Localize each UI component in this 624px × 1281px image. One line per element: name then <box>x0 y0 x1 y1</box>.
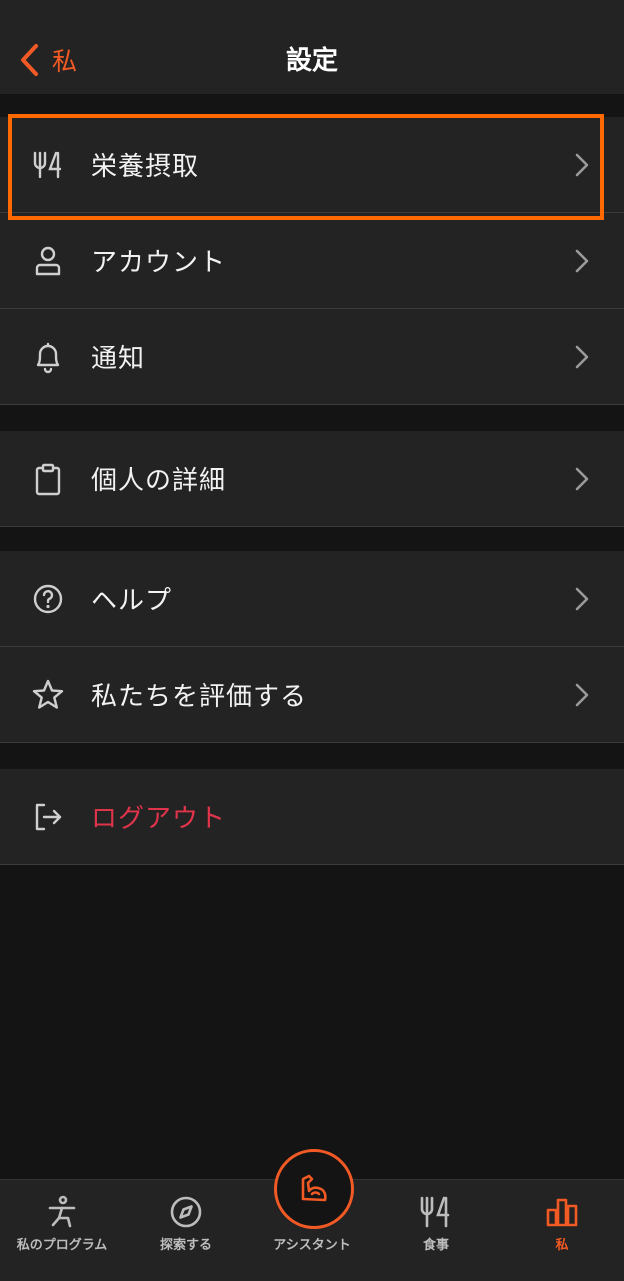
tab-label: 私 <box>555 1238 569 1253</box>
divider <box>0 864 624 865</box>
compass-icon <box>166 1192 206 1232</box>
tab-label: アシスタント <box>273 1238 351 1253</box>
chevron-right-icon <box>574 344 590 370</box>
row-label: 栄養摂取 <box>91 151 200 182</box>
tab-label: 食事 <box>422 1238 449 1253</box>
tab-label: 探索する <box>159 1238 212 1253</box>
chevron-right-icon <box>574 248 590 274</box>
help-icon <box>30 581 66 617</box>
row-label: ログアウト <box>91 803 227 834</box>
tab-explore[interactable]: 探索する <box>124 1180 248 1281</box>
fork-knife-icon <box>416 1192 456 1232</box>
divider <box>0 404 624 405</box>
person-icon <box>30 243 66 279</box>
divider <box>0 526 624 527</box>
settings-row-rate-us[interactable]: 私たちを評価する <box>0 647 624 743</box>
settings-row-account[interactable]: アカウント <box>0 213 624 309</box>
row-label: アカウント <box>91 247 227 278</box>
chevron-right-icon <box>574 466 590 492</box>
row-label: 個人の詳細 <box>91 465 227 496</box>
chevron-right-icon <box>574 152 590 178</box>
settings-group-logout: ログアウト <box>0 769 624 865</box>
muscle-icon <box>301 1174 327 1202</box>
tab-my-program[interactable]: 私のプログラム <box>0 1180 124 1281</box>
bell-icon <box>30 339 66 375</box>
fork-knife-icon <box>30 147 66 183</box>
tab-label: 私のプログラム <box>16 1238 108 1253</box>
tab-me[interactable]: 私 <box>500 1180 624 1281</box>
row-label: 私たちを評価する <box>91 681 308 712</box>
settings-group-personal: 個人の詳細 <box>0 431 624 527</box>
divider <box>0 742 624 743</box>
settings-row-notifications[interactable]: 通知 <box>0 309 624 405</box>
chevron-right-icon <box>574 682 590 708</box>
settings-group-support: ヘルプ 私たちを評価する <box>0 551 624 743</box>
row-label: 通知 <box>91 343 146 374</box>
navigation-header: 私 設定 <box>0 0 624 94</box>
chevron-right-icon <box>574 586 590 612</box>
settings-row-help[interactable]: ヘルプ <box>0 551 624 647</box>
tab-meals[interactable]: 食事 <box>374 1180 498 1281</box>
page-title: 設定 <box>285 46 338 76</box>
assistant-button[interactable] <box>274 1149 354 1229</box>
logout-button[interactable]: ログアウト <box>0 769 624 865</box>
row-label: ヘルプ <box>91 585 173 616</box>
settings-row-nutrition[interactable]: 栄養摂取 <box>0 117 624 213</box>
star-icon <box>30 677 66 713</box>
logout-icon <box>30 799 66 835</box>
settings-row-personal-details[interactable]: 個人の詳細 <box>0 431 624 527</box>
clipboard-icon <box>30 461 66 497</box>
program-icon <box>42 1192 82 1232</box>
settings-group-main: 栄養摂取 アカウント 通知 <box>0 117 624 405</box>
bar-chart-icon <box>542 1192 582 1232</box>
